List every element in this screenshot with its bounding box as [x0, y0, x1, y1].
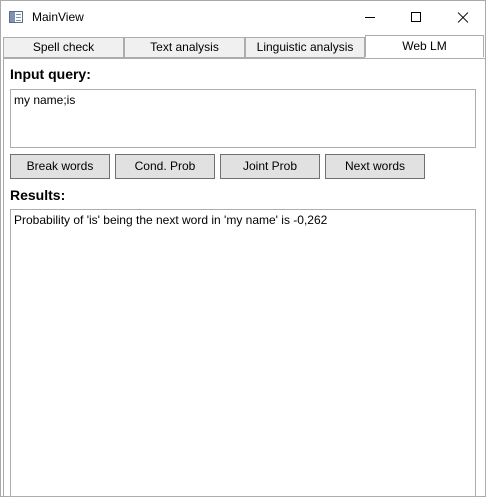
results-label: Results:: [10, 187, 66, 203]
tab-web-lm[interactable]: Web LM: [365, 35, 484, 57]
title-bar[interactable]: MainView: [1, 1, 485, 33]
tab-text-analysis[interactable]: Text analysis: [124, 37, 245, 58]
tab-linguistic-analysis[interactable]: Linguistic analysis: [245, 37, 365, 58]
cond-prob-button[interactable]: Cond. Prob: [115, 154, 215, 179]
app-window-icon: [9, 11, 23, 23]
close-button[interactable]: [439, 1, 485, 33]
main-window: MainView Spell check Text analysis Lingu…: [0, 0, 486, 497]
minimize-button[interactable]: [347, 1, 393, 33]
minimize-icon: [365, 17, 375, 18]
maximize-button[interactable]: [393, 1, 439, 33]
results-output[interactable]: Probability of 'is' being the next word …: [10, 209, 476, 497]
query-input[interactable]: my name;is: [10, 89, 476, 148]
maximize-icon: [411, 12, 421, 22]
input-query-label: Input query:: [10, 66, 91, 82]
tab-spell-check[interactable]: Spell check: [3, 37, 124, 58]
next-words-button[interactable]: Next words: [325, 154, 425, 179]
tab-strip: Spell check Text analysis Linguistic ana…: [1, 35, 485, 59]
break-words-button[interactable]: Break words: [10, 154, 110, 179]
window-title: MainView: [32, 10, 84, 24]
joint-prob-button[interactable]: Joint Prob: [220, 154, 320, 179]
